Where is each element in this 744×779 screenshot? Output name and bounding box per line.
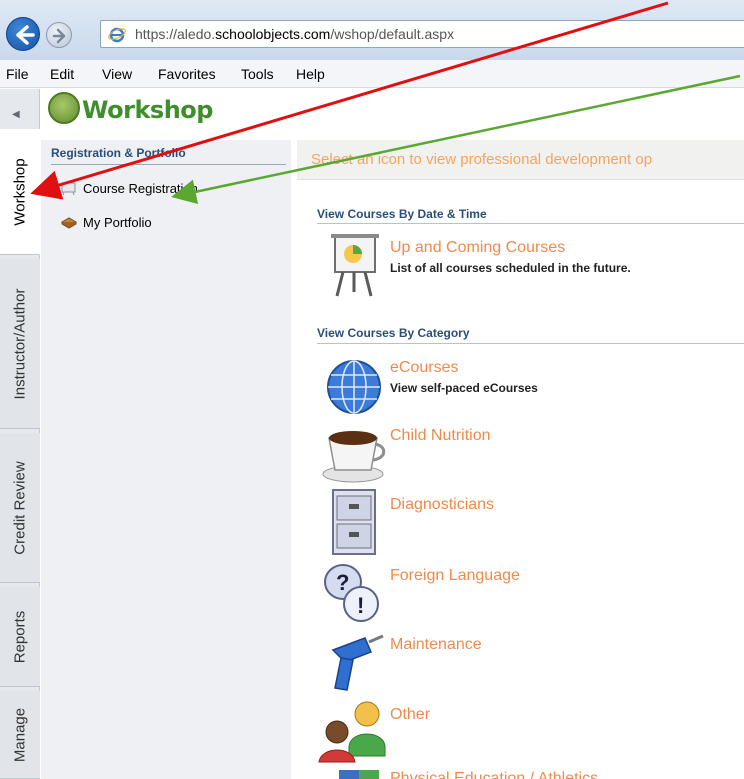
course-ecourses-desc: View self-paced eCourses: [390, 381, 538, 395]
course-ecourses-link[interactable]: eCourses: [390, 359, 458, 377]
banner-text: Select an icon to view professional deve…: [311, 151, 653, 168]
menu-file[interactable]: File: [6, 66, 29, 82]
course-child-nutrition-link[interactable]: Child Nutrition: [390, 427, 490, 445]
main-content: Select an icon to view professional deve…: [297, 140, 744, 779]
tab-instructor-author-label: Instructor/Author: [11, 288, 29, 399]
menu-favorites[interactable]: Favorites: [158, 66, 216, 82]
tab-credit-review[interactable]: Credit Review: [0, 433, 40, 583]
collapse-arrow-icon[interactable]: ◀: [12, 109, 20, 120]
menu-bar: File Edit View Favorites Tools Help: [0, 60, 744, 88]
tab-manage-label: Manage: [11, 707, 29, 762]
nav-section-header: Registration & Portfolio: [51, 146, 186, 160]
course-other-link[interactable]: Other: [390, 706, 430, 724]
tab-manage[interactable]: Manage: [0, 691, 40, 779]
menu-view[interactable]: View: [102, 66, 132, 82]
url-text: https://aledo.schoolobjects.com/wshop/de…: [135, 26, 455, 42]
course-foreign-language-link[interactable]: Foreign Language: [390, 567, 520, 585]
workshop-logo-icon: [48, 92, 80, 124]
nav-panel: Registration & Portfolio Course Registra…: [41, 140, 291, 779]
nav-divider: [51, 164, 286, 165]
nav-item-my-portfolio[interactable]: My Portfolio: [61, 212, 152, 232]
section-title-by-category: View Courses By Category: [317, 326, 470, 340]
svg-text:!: !: [357, 593, 364, 618]
section-divider: [317, 343, 744, 344]
section-title-by-date: View Courses By Date & Time: [317, 207, 487, 221]
internet-explorer-icon: [108, 27, 126, 43]
instruction-banner: Select an icon to view professional deve…: [297, 140, 744, 180]
tab-workshop-label: Workshop: [11, 157, 28, 226]
back-arrow-icon: [16, 25, 35, 45]
nav-item-label: My Portfolio: [83, 214, 152, 230]
sports-icon[interactable]: [339, 770, 379, 779]
forward-button[interactable]: [46, 22, 72, 48]
question-exclamation-bubbles-icon[interactable]: ? !: [321, 560, 383, 626]
nav-item-label: Course Registration: [83, 180, 198, 196]
course-diagnosticians-link[interactable]: Diagnosticians: [390, 496, 494, 514]
svg-text:?: ?: [336, 570, 349, 595]
tab-reports-label: Reports: [11, 610, 29, 663]
course-registration-icon: [61, 182, 76, 195]
tab-instructor-author[interactable]: Instructor/Author: [0, 259, 40, 429]
globe-icon[interactable]: [325, 358, 383, 416]
side-tab-strip: ◀ Workshop Instructor/Author Credit Revi…: [0, 89, 40, 779]
course-up-and-coming-link[interactable]: Up and Coming Courses: [390, 239, 565, 257]
url-field[interactable]: https://aledo.schoolobjects.com/wshop/de…: [100, 20, 744, 48]
course-physical-education-link[interactable]: Physical Education / Athletics: [390, 768, 598, 779]
course-maintenance-link[interactable]: Maintenance: [390, 636, 482, 654]
portfolio-icon: [61, 217, 77, 229]
file-cabinet-icon[interactable]: [329, 488, 379, 556]
menu-tools[interactable]: Tools: [241, 66, 274, 82]
power-drill-icon[interactable]: [325, 628, 385, 696]
tab-credit-review-label: Credit Review: [11, 460, 29, 555]
course-up-and-coming-desc: List of all courses scheduled in the fut…: [390, 261, 631, 275]
tab-workshop[interactable]: Workshop: [0, 129, 40, 255]
people-icon[interactable]: [317, 700, 387, 766]
forward-arrow-icon: [52, 28, 66, 44]
tab-reports[interactable]: Reports: [0, 587, 40, 687]
nav-item-course-registration[interactable]: Course Registration: [61, 178, 198, 198]
presentation-easel-icon[interactable]: [327, 232, 381, 300]
app-title: Workshop: [82, 96, 213, 124]
section-divider: [317, 223, 744, 224]
menu-help[interactable]: Help: [296, 66, 325, 82]
back-button[interactable]: [6, 17, 40, 51]
coffee-cup-icon[interactable]: [321, 424, 387, 484]
address-bar-area: https://aledo.schoolobjects.com/wshop/de…: [0, 0, 744, 60]
menu-edit[interactable]: Edit: [50, 66, 74, 82]
